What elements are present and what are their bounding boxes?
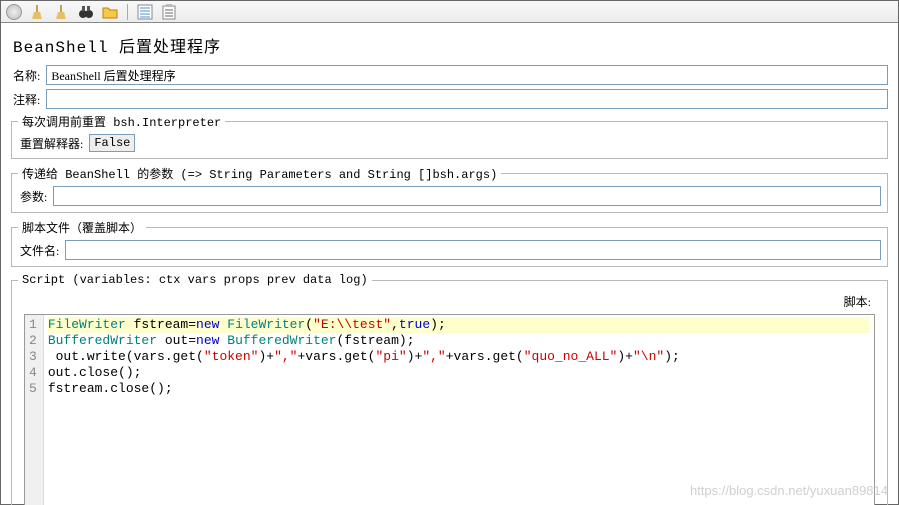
code-line: out.write(vars.get("token")+","+vars.get… (48, 349, 680, 364)
toolbar (1, 1, 898, 23)
page-title: BeanShell 后置处理程序 (11, 29, 888, 65)
reset-interpreter-group: 每次调用前重置 bsh.Interpreter 重置解释器: False (11, 113, 888, 159)
script-legend: Script (variables: ctx vars props prev d… (18, 273, 372, 287)
script-group: Script (variables: ctx vars props prev d… (11, 273, 888, 505)
script-file-group: 脚本文件（覆盖脚本） 文件名: (11, 219, 888, 267)
name-input[interactable] (46, 65, 888, 85)
clipboard-icon[interactable] (160, 3, 178, 21)
window-control-icon[interactable] (5, 3, 23, 21)
code-line: fstream.close(); (48, 381, 173, 396)
name-label: 名称: (11, 67, 42, 84)
editor-code[interactable]: FileWriter fstream=new FileWriter("E:\\t… (44, 315, 874, 505)
toolbar-separator (127, 4, 128, 20)
params-legend: 传递给 BeanShell 的参数 (=> String Parameters … (18, 165, 501, 182)
file-legend: 脚本文件（覆盖脚本） (18, 219, 146, 236)
params-label: 参数: (18, 188, 49, 205)
comment-input[interactable] (46, 89, 888, 109)
file-label: 文件名: (18, 242, 61, 259)
code-line: BufferedWriter out=new BufferedWriter(fs… (48, 333, 415, 348)
script-side-label: 脚本: (844, 293, 871, 310)
reset-value[interactable]: False (89, 134, 135, 152)
code-line: out.close(); (48, 365, 142, 380)
list-icon[interactable] (136, 3, 154, 21)
params-input[interactable] (53, 186, 881, 206)
file-input[interactable] (65, 240, 881, 260)
comment-label: 注释: (11, 91, 42, 108)
parameters-group: 传递给 BeanShell 的参数 (=> String Parameters … (11, 165, 888, 213)
folder-icon[interactable] (101, 3, 119, 21)
reset-legend: 每次调用前重置 bsh.Interpreter (18, 113, 225, 130)
binoculars-icon[interactable] (77, 3, 95, 21)
broom-icon[interactable] (29, 3, 47, 21)
code-editor[interactable]: 12345 FileWriter fstream=new FileWriter(… (24, 314, 875, 505)
editor-gutter: 12345 (25, 315, 44, 505)
watermark: https://blog.csdn.net/yuxuan89814 (690, 483, 888, 498)
broom-icon[interactable] (53, 3, 71, 21)
reset-label: 重置解释器: (18, 135, 85, 152)
code-line: FileWriter fstream=new FileWriter("E:\\t… (48, 317, 870, 333)
